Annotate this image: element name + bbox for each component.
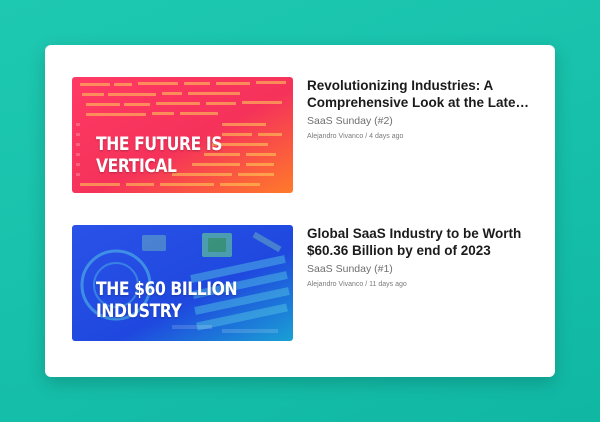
- post-title-link[interactable]: Global SaaS Industry to be Worth $60.36 …: [307, 225, 532, 259]
- post-title-link[interactable]: Revolutionizing Industries: A Comprehens…: [307, 77, 532, 111]
- author-link[interactable]: Alejandro Vivanco: [307, 133, 363, 140]
- posts-card: THE FUTURE IS VERTICAL Revolutionizing I…: [45, 45, 555, 377]
- post-thumbnail[interactable]: THE $60 BILLION INDUSTRY: [72, 225, 293, 341]
- post-date: 11 days ago: [369, 281, 407, 288]
- post-info: Global SaaS Industry to be Worth $60.36 …: [307, 225, 532, 288]
- thumbnail-headline: THE FUTURE IS VERTICAL: [96, 133, 223, 177]
- post-item: THE FUTURE IS VERTICAL Revolutionizing I…: [72, 77, 532, 193]
- post-thumbnail[interactable]: THE FUTURE IS VERTICAL: [72, 77, 293, 193]
- post-meta: Alejandro Vivanco / 11 days ago: [307, 281, 532, 288]
- author-link[interactable]: Alejandro Vivanco: [307, 281, 363, 288]
- series-link[interactable]: SaaS Sunday (#2): [307, 115, 532, 127]
- post-meta: Alejandro Vivanco / 4 days ago: [307, 133, 532, 140]
- thumbnail-headline: THE $60 BILLION INDUSTRY: [96, 278, 238, 322]
- series-link[interactable]: SaaS Sunday (#1): [307, 263, 532, 275]
- post-info: Revolutionizing Industries: A Comprehens…: [307, 77, 532, 140]
- post-item: THE $60 BILLION INDUSTRY Global SaaS Ind…: [72, 225, 532, 341]
- post-date: 4 days ago: [369, 133, 404, 140]
